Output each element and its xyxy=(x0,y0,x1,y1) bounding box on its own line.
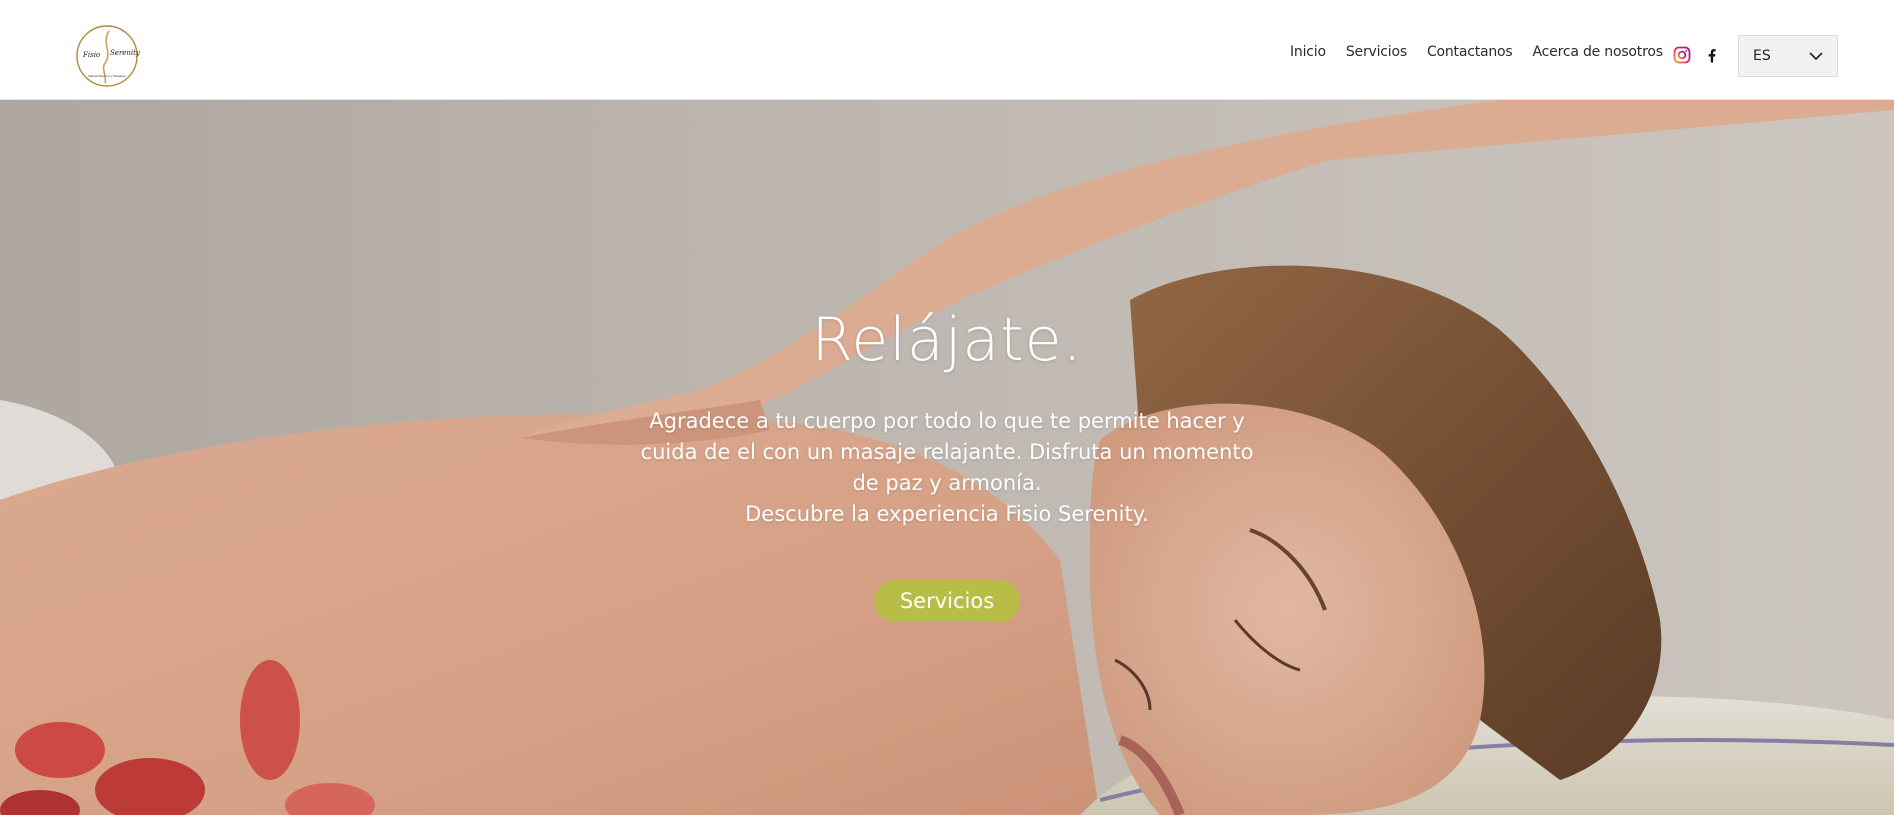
nav-item-contactanos[interactable]: Contactanos xyxy=(1427,44,1513,60)
facebook-icon[interactable] xyxy=(1703,46,1721,64)
svg-text:Fisio: Fisio xyxy=(82,51,100,59)
language-value: ES xyxy=(1753,48,1771,64)
language-selector[interactable]: ES xyxy=(1738,35,1838,77)
instagram-icon[interactable] xyxy=(1673,46,1691,64)
hero-line-2: Descubre la experiencia Fisio Serenity. xyxy=(745,502,1149,526)
hero-description: Agradece a tu cuerpo por todo lo que te … xyxy=(627,406,1267,530)
fisio-serenity-logo[interactable]: Fisio Serenity Rehabilitación y Masajes xyxy=(73,25,141,87)
nav-item-acerca[interactable]: Acerca de nosotros xyxy=(1533,44,1663,60)
hero-title: Relájate. xyxy=(811,305,1083,375)
social-bar xyxy=(1673,46,1721,64)
svg-text:Serenity: Serenity xyxy=(110,49,141,57)
logo-emblem: Fisio Serenity Rehabilitación y Masajes xyxy=(76,25,141,87)
hero-content: Relájate. Agradece a tu cuerpo por todo … xyxy=(0,310,1894,622)
nav-item-servicios[interactable]: Servicios xyxy=(1346,44,1407,60)
main-nav: Inicio Servicios Contactanos Acerca de n… xyxy=(1290,44,1663,60)
servicios-button[interactable]: Servicios xyxy=(874,580,1020,622)
svg-text:Rehabilitación y Masajes: Rehabilitación y Masajes xyxy=(89,74,126,78)
site-header: Fisio Serenity Rehabilitación y Masajes … xyxy=(0,0,1894,100)
hero-line-1: Agradece a tu cuerpo por todo lo que te … xyxy=(640,409,1254,495)
chevron-down-icon xyxy=(1809,52,1823,61)
hero-section: Relájate. Agradece a tu cuerpo por todo … xyxy=(0,100,1894,815)
nav-item-inicio[interactable]: Inicio xyxy=(1290,44,1326,60)
